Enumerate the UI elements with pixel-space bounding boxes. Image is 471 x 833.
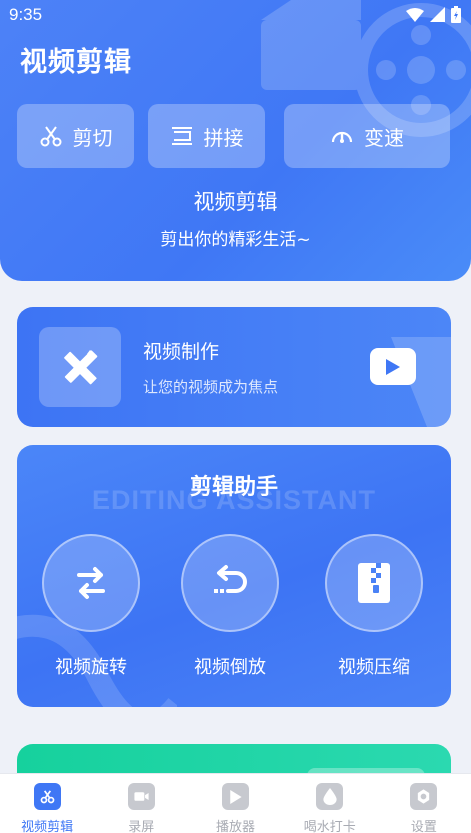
rotate-icon	[77, 567, 105, 599]
nav-label-player: 播放器	[216, 820, 256, 833]
nav-item-water-checkin[interactable]: 喝水打卡	[283, 774, 377, 833]
hero-title: 视频剪辑	[193, 190, 278, 214]
nav-label-screen-record: 录屏	[128, 820, 155, 833]
status-time: 9:35	[9, 5, 43, 24]
hero-subtitle: 剪出你的精彩生活~	[160, 230, 311, 250]
nav-label-settings: 设置	[410, 820, 437, 833]
zip-icon	[358, 563, 390, 603]
bottom-navigation: 视频剪辑 录屏 播放器 喝水打卡 设置	[0, 773, 471, 833]
play-icon	[230, 789, 242, 804]
status-bar: 9:35	[0, 0, 471, 30]
video-make-card[interactable]: 视频制作 让您的视频成为焦点	[17, 307, 451, 427]
speedometer-icon	[331, 131, 353, 143]
video-rotate-label: 视频旋转	[55, 657, 127, 678]
video-reverse-button[interactable]: 视频倒放	[180, 534, 280, 679]
pencil-ruler-icon	[64, 350, 98, 385]
join-button-label: 拼接	[203, 125, 244, 150]
cut-button-label: 剪切	[72, 125, 113, 150]
editing-assistant-card: EDITING ASSISTANT 剪辑助手 视频旋转 视频倒放 视频压缩	[17, 445, 451, 707]
speed-button[interactable]: 变速	[284, 104, 450, 168]
video-make-title: 视频制作	[143, 341, 220, 363]
scissors-icon	[40, 126, 61, 147]
wifi-icon	[406, 7, 424, 22]
video-compress-label: 视频压缩	[338, 657, 410, 678]
join-button[interactable]: 拼接	[148, 104, 265, 168]
assistant-title: 剪辑助手	[189, 475, 278, 500]
nav-label-water-checkin: 喝水打卡	[303, 820, 356, 833]
nav-item-player[interactable]: 播放器	[188, 774, 282, 833]
video-compress-button[interactable]: 视频压缩	[324, 534, 424, 679]
pencil-ruler-icon-box	[39, 327, 121, 407]
gear-icon	[418, 789, 430, 804]
nav-item-settings[interactable]: 设置	[377, 774, 471, 833]
video-reverse-label: 视频倒放	[194, 657, 266, 678]
play-icon	[386, 358, 400, 375]
video-rotate-button[interactable]: 视频旋转	[41, 534, 141, 679]
app-title: 视频剪辑	[20, 47, 132, 78]
reverse-icon	[214, 565, 247, 593]
camera-icon	[134, 792, 149, 801]
header-banner: 9:35 视频剪辑 剪切 拼接 变速 视频剪辑 剪出你的精彩生活~	[0, 0, 471, 281]
speed-button-label: 变速	[364, 125, 404, 150]
join-icon	[171, 127, 192, 145]
cut-button[interactable]: 剪切	[17, 104, 134, 168]
signal-icon	[430, 7, 445, 22]
video-make-play-button[interactable]	[370, 348, 416, 385]
nav-label-video-edit: 视频剪辑	[21, 820, 74, 833]
water-drop-icon	[323, 788, 337, 805]
scissors-icon	[40, 790, 54, 804]
nav-item-video-edit[interactable]: 视频剪辑	[0, 774, 94, 833]
tool-row: 剪切 拼接 变速	[17, 104, 450, 168]
video-make-subtitle: 让您的视频成为焦点	[143, 378, 279, 396]
battery-icon	[451, 6, 461, 23]
nav-item-screen-record[interactable]: 录屏	[94, 774, 188, 833]
